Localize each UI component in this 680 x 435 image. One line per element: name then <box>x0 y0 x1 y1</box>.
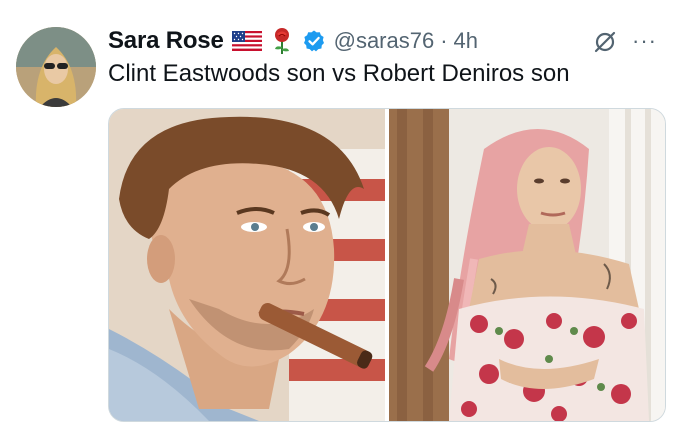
grok-icon[interactable] <box>592 29 618 55</box>
media-photo-right[interactable] <box>389 109 665 421</box>
tweet-media[interactable] <box>108 108 666 422</box>
avatar-image <box>16 27 96 107</box>
author-handle[interactable]: @saras76 <box>334 28 435 54</box>
separator-dot: · <box>440 28 448 53</box>
media-photo-left[interactable] <box>109 109 385 421</box>
timestamp[interactable]: 4h <box>454 28 478 54</box>
rose-icon <box>270 27 294 55</box>
author-name[interactable]: Sara Rose <box>108 27 224 55</box>
tweet-card: Sara Rose @saras76 · 4h ··· Clint Eastwo… <box>0 0 680 435</box>
avatar[interactable] <box>16 27 96 107</box>
us-flag-icon <box>231 31 262 51</box>
verified-badge-icon <box>302 29 326 53</box>
more-icon[interactable]: ··· <box>632 28 657 54</box>
tweet-header: Sara Rose @saras76 · 4h <box>108 24 478 58</box>
tweet-text: Clint Eastwoods son vs Robert Deniros so… <box>108 60 570 87</box>
